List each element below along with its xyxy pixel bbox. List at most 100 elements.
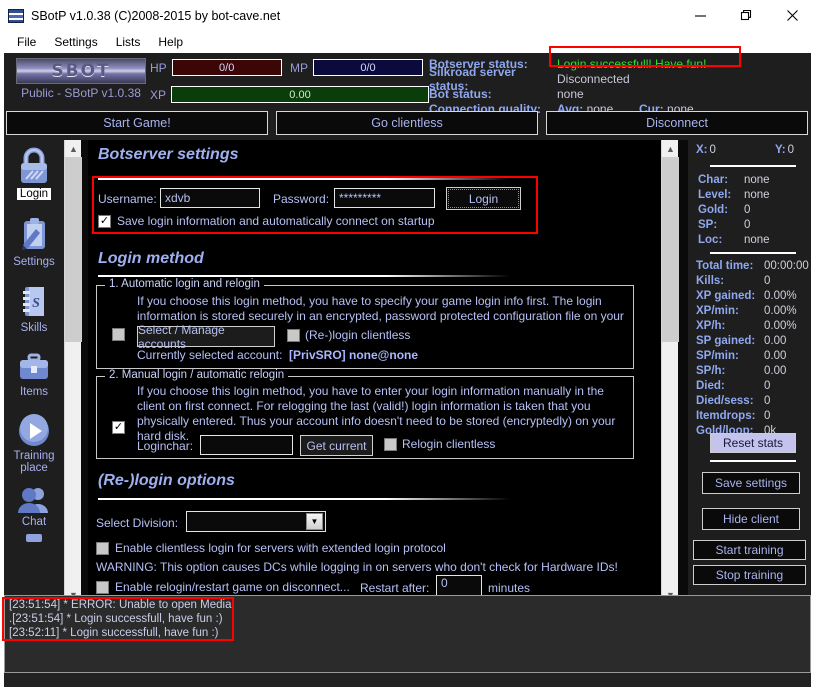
hp-bar: 0/0 — [171, 59, 282, 76]
automatic-login-enable-checkbox[interactable] — [112, 328, 125, 341]
window-controls — [677, 0, 815, 31]
sp-min-label: SP/min: — [696, 350, 739, 362]
application-window: SBotP v1.0.38 (C)2008-2015 by bot-cave.n… — [0, 0, 815, 695]
window-title: SBotP v1.0.38 (C)2008-2015 by bot-cave.n… — [31, 8, 281, 23]
relogin-restart-checkbox-row[interactable]: Enable relogin/restart game on disconnec… — [96, 580, 350, 594]
stop-training-button[interactable]: Stop training — [693, 565, 806, 585]
mp-bar: 0/0 — [313, 59, 423, 76]
level-value: none — [744, 189, 770, 201]
relogin-restart-checkbox[interactable] — [96, 580, 109, 594]
loc-value: none — [744, 234, 770, 246]
stat-row: XP/min: 0.00% — [696, 305, 810, 320]
mp-bar-row: MP 0/0 — [290, 59, 423, 76]
sidebar-item-login[interactable]: Login — [4, 140, 64, 200]
save-settings-button[interactable]: Save settings — [702, 472, 800, 494]
sbot-logo: SBOT — [16, 58, 146, 84]
xp-min-label: XP/min: — [696, 305, 739, 317]
save-login-checkbox[interactable]: ✓ — [98, 214, 111, 228]
sidebar-item-settings[interactable]: Settings — [4, 200, 64, 268]
manual-login-group-caption: 2. Manual login / automatic relogin — [105, 369, 289, 381]
char-info-row: SP: 0 — [698, 219, 808, 234]
start-game-button[interactable]: Start Game! — [6, 111, 268, 135]
minimize-icon[interactable] — [677, 0, 723, 31]
hide-client-button[interactable]: Hide client — [702, 508, 800, 530]
sidebar-item-skills[interactable]: S Skills — [4, 268, 64, 334]
manual-login-enable-checkbox[interactable]: ✓ — [112, 421, 125, 434]
chevron-down-icon[interactable]: ▼ — [306, 513, 323, 530]
log-output[interactable]: [23:51:54] * ERROR: Unable to open Media… — [4, 595, 811, 673]
password-label: Password: — [273, 192, 330, 206]
sp-label: SP: — [698, 219, 718, 231]
menu-item-help[interactable]: Help — [149, 33, 192, 51]
automatic-login-group-caption: 1. Automatic login and relogin — [105, 278, 264, 290]
sp-gained-value: 0.00 — [764, 335, 787, 347]
content-scrollbar[interactable]: ▲ ▼ — [661, 140, 679, 603]
right-divider-1 — [710, 165, 796, 167]
xp-min-value: 0.00% — [764, 305, 797, 317]
play-circle-icon — [4, 414, 64, 448]
password-input[interactable]: ********* — [334, 188, 435, 208]
select-manage-accounts-button[interactable]: Select / Manage accounts — [137, 323, 275, 351]
sidebar-item-training-place[interactable]: Training place — [4, 398, 64, 474]
char-info-row: Char: none — [698, 174, 808, 189]
menu-item-file[interactable]: File — [8, 33, 45, 51]
manual-login-group: 2. Manual login / automatic relogin If y… — [96, 369, 634, 459]
relogin-clientless-checkbox-1[interactable] — [287, 329, 300, 342]
sidebar-item-chat-label: Chat — [21, 516, 47, 528]
stat-row: Itemdrops: 0 — [696, 410, 810, 425]
username-input[interactable]: xdvb — [160, 188, 260, 208]
divider-2 — [98, 275, 510, 277]
restart-after-input[interactable]: 0 — [436, 575, 482, 596]
sidebar-scrollbar[interactable]: ▲ ▼ — [64, 140, 82, 603]
relogin-clientless-label-2: Relogin clientless — [402, 437, 496, 451]
sidebar-item-skills-label: Skills — [20, 322, 48, 334]
sidebar-item-training-place-label: Training place — [13, 450, 55, 474]
svg-text:S: S — [32, 296, 40, 311]
xp-gained-value: 0.00% — [764, 290, 797, 302]
coords-row: X: 0 Y: 0 — [696, 144, 804, 156]
botserver-settings-heading: Botserver settings — [98, 146, 239, 163]
menu-item-lists[interactable]: Lists — [107, 33, 150, 51]
login-button[interactable]: Login — [446, 187, 521, 210]
reset-stats-button[interactable]: Reset stats — [710, 433, 796, 453]
hp-bar-row: HP 0/0 — [150, 59, 282, 76]
content-scroll-thumb[interactable] — [662, 157, 679, 342]
select-division-dropdown[interactable]: ▼ — [186, 511, 326, 532]
relogin-clientless-checkbox-2[interactable] — [384, 438, 397, 451]
close-icon[interactable] — [769, 0, 815, 31]
hp-label: HP — [150, 60, 167, 75]
status-bar-strip — [4, 673, 811, 687]
char-info-row: Level: none — [698, 189, 808, 204]
start-training-button[interactable]: Start training — [693, 540, 806, 560]
relogin-options-heading: (Re-)login options — [98, 472, 235, 489]
title-bar: SBotP v1.0.38 (C)2008-2015 by bot-cave.n… — [0, 0, 815, 31]
died-sess-label: Died/sess: — [696, 395, 754, 407]
char-info-list: Char: none Level: none Gold: 0 SP: 0 Loc… — [698, 174, 808, 249]
app-icon — [8, 8, 24, 23]
get-current-button[interactable]: Get current — [300, 435, 373, 456]
menu-item-settings[interactable]: Settings — [45, 33, 106, 51]
stat-row: XP/h: 0.00% — [696, 320, 810, 335]
xp-h-label: XP/h: — [696, 320, 726, 332]
sidebar-scroll-up-icon[interactable]: ▲ — [65, 140, 82, 157]
version-caption: Public - SBotP v1.0.38 — [21, 86, 141, 100]
restore-icon[interactable] — [723, 0, 769, 31]
save-login-checkbox-row[interactable]: ✓ Save login information and automatical… — [98, 214, 435, 228]
level-label: Level: — [698, 189, 732, 201]
loginchar-input[interactable] — [200, 435, 293, 455]
sidebar-item-chat[interactable]: Chat — [4, 474, 64, 528]
log-line: .[23:51:54] * Login successfull, have fu… — [9, 613, 223, 625]
sidebar-item-items[interactable]: Items — [4, 334, 64, 398]
disconnect-button[interactable]: Disconnect — [546, 111, 808, 135]
clientless-login-checkbox[interactable] — [96, 541, 109, 555]
gold-value: 0 — [744, 204, 751, 216]
char-label: Char: — [698, 174, 729, 186]
sidebar-scroll-thumb[interactable] — [65, 157, 82, 342]
go-clientless-button[interactable]: Go clientless — [276, 111, 538, 135]
content-scroll-up-icon[interactable]: ▲ — [662, 140, 679, 157]
sp-h-label: SP/h: — [696, 365, 726, 377]
sidebar-item-partial[interactable] — [4, 534, 64, 542]
clientless-login-checkbox-row[interactable]: Enable clientless login for servers with… — [96, 541, 446, 555]
select-division-label: Select Division: — [96, 516, 179, 530]
stat-row: XP gained: 0.00% — [696, 290, 810, 305]
